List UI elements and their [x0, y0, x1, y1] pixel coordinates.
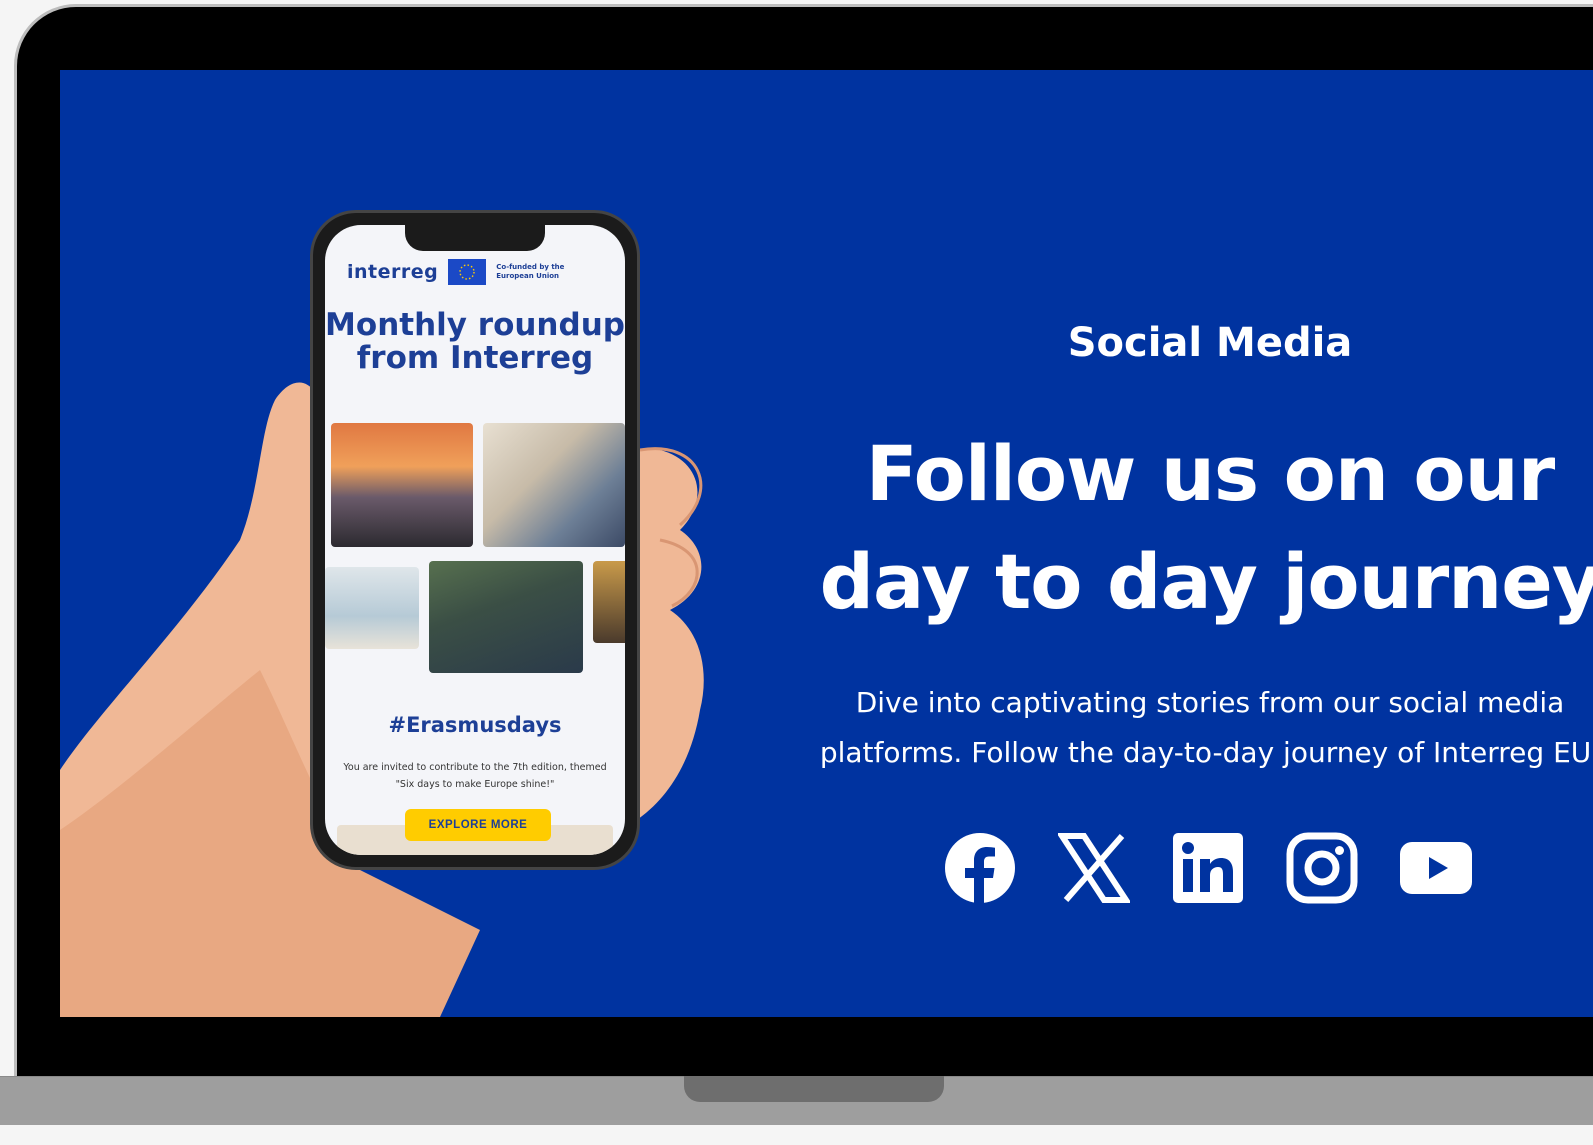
linkedin-link[interactable]	[1172, 832, 1244, 904]
x-icon	[1058, 833, 1130, 903]
instagram-icon	[1286, 832, 1358, 904]
interreg-logo: interreg	[347, 261, 439, 283]
facebook-link[interactable]	[944, 832, 1016, 904]
x-link[interactable]	[1058, 832, 1130, 904]
description-line-2: platforms. Follow the day-to-day journey…	[819, 736, 1593, 769]
newsletter-title: Monthly roundup from Interreg	[325, 307, 625, 376]
hashtag-heading: #Erasmusdays	[388, 713, 562, 737]
instagram-link[interactable]	[1286, 832, 1358, 904]
youtube-link[interactable]	[1400, 832, 1472, 904]
smartphone-mockup: interreg Co-funded by the European Union…	[310, 210, 640, 870]
newsletter-header: interreg Co-funded by the European Union	[347, 259, 582, 285]
section-eyebrow: Social Media	[1067, 320, 1353, 366]
phone-screen: interreg Co-funded by the European Union…	[325, 225, 625, 855]
eu-cofunded-text: Co-funded by the European Union	[496, 263, 565, 280]
section-headline: Follow us on our day to day journey	[750, 420, 1593, 636]
headline-line-1: Follow us on our	[865, 429, 1555, 518]
headline-line-2: day to day journey	[819, 537, 1593, 626]
facebook-icon	[945, 833, 1015, 903]
linkedin-icon	[1173, 833, 1243, 903]
beach-child-image	[325, 567, 419, 649]
section-description: Dive into captivating stories from our s…	[750, 678, 1593, 778]
explore-more-button[interactable]: EXPLORE MORE	[405, 809, 551, 841]
description-line-1: Dive into captivating stories from our s…	[855, 686, 1565, 719]
laptop-hinge-notch	[684, 1076, 944, 1102]
painting-activity-image	[429, 561, 583, 673]
invite-text: You are invited to contribute to the 7th…	[343, 762, 607, 790]
promo-banner: interreg Co-funded by the European Union…	[60, 70, 1593, 1017]
phone-notch	[405, 225, 545, 251]
page-bottom	[0, 1125, 1593, 1145]
solar-panel-image	[483, 423, 625, 547]
partial-image	[593, 561, 625, 643]
youtube-icon	[1400, 842, 1472, 894]
sunset-crowd-image	[331, 423, 473, 547]
eu-flag-icon	[448, 259, 487, 285]
social-links	[944, 832, 1472, 904]
